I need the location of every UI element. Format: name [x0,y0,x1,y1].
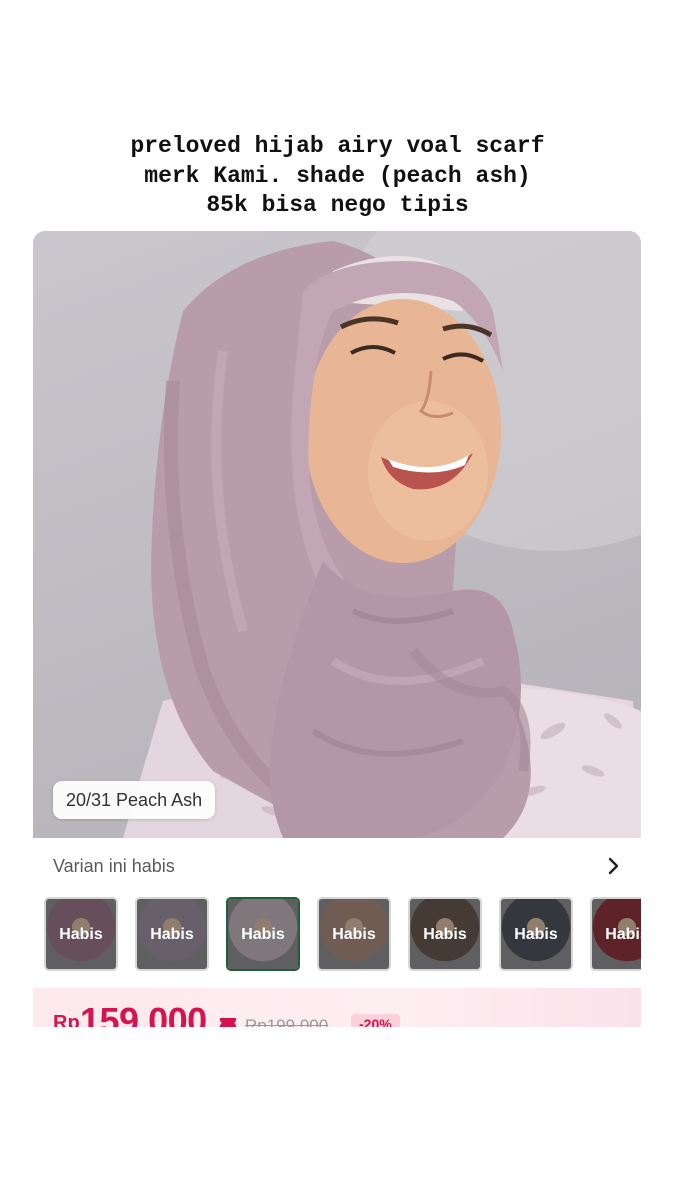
chevron-right-icon[interactable] [607,856,621,876]
price-currency: Rp [53,1012,80,1027]
post-caption: preloved hijab airy voal scarf merk Kami… [0,132,675,221]
soldout-label: Habis [241,926,285,943]
price-current: 159.000 [80,1000,207,1027]
variant-thumbnails: Habis Habis Habis Habis Habis Habis Habi [44,897,641,975]
soldout-label: Habis [332,926,376,943]
product-card: 20/31 Peach Ash Varian ini habis Habis H… [33,231,641,1027]
variant-thumb-selected[interactable]: Habis [226,897,300,971]
variant-thumb[interactable]: Habis [590,897,641,971]
variant-thumb[interactable]: Habis [135,897,209,971]
variant-thumb[interactable]: Habis [408,897,482,971]
caption-line: merk Kami. shade (peach ash) [144,162,531,189]
caption-line: 85k bisa nego tipis [206,192,469,218]
model-illustration [123,231,641,838]
discount-badge: -20% [351,1014,400,1027]
variant-thumb[interactable]: Habis [317,897,391,971]
price-original: Rp199.000 [245,1016,329,1027]
soldout-label: Habis [605,926,641,943]
soldout-label: Habis [423,926,467,943]
variant-badge: 20/31 Peach Ash [53,781,216,819]
soldout-label: Habis [150,926,194,943]
variant-thumb[interactable]: Habis [499,897,573,971]
soldout-label: Habis [514,926,558,943]
variant-status-text: Varian ini habis [53,856,175,876]
soldout-label: Habis [59,926,103,943]
product-image[interactable]: 20/31 Peach Ash [33,231,641,838]
variant-status-row[interactable]: Varian ini habis [33,838,641,896]
caption-line: preloved hijab airy voal scarf [130,133,545,159]
price-section: Rp 159.000 Rp199.000 -20% [33,988,641,1027]
coupon-icon [220,1018,236,1027]
variant-thumb[interactable]: Habis [44,897,118,971]
